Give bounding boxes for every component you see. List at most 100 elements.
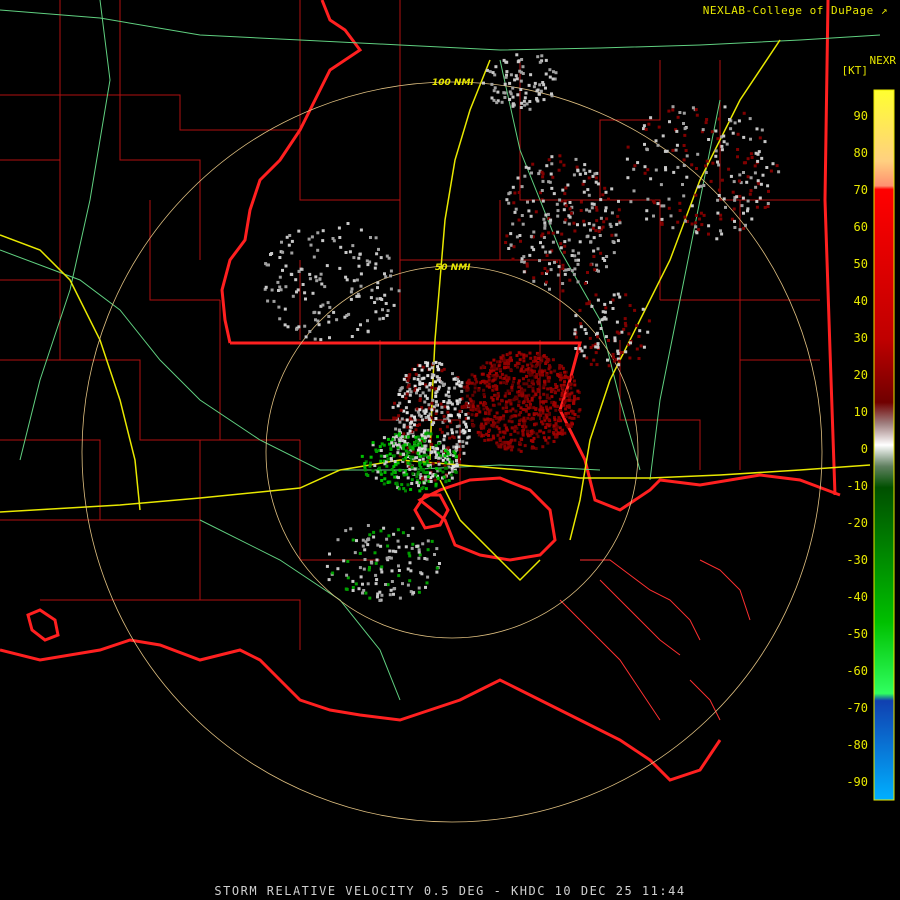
echo-pixel — [572, 394, 576, 398]
echo-pixel — [432, 373, 436, 377]
caption: STORM RELATIVE VELOCITY 0.5 DEG - KHDC 1… — [214, 884, 686, 898]
echo-pixel — [552, 192, 556, 196]
echo-pixel — [548, 221, 552, 225]
echo-pixel — [502, 358, 506, 362]
echo-pixel — [480, 422, 484, 426]
echo-pixel — [503, 440, 507, 444]
echo-pixel — [732, 207, 736, 211]
echo-pixel — [400, 435, 404, 439]
echo-pixel — [351, 579, 355, 583]
echo-pixel — [599, 327, 603, 330]
echo-pixel — [535, 98, 539, 102]
echo-pixel — [491, 398, 495, 402]
echo-pixel — [532, 436, 536, 440]
echo-pixel — [481, 364, 485, 368]
echo-pixel — [385, 537, 389, 541]
echo-pixel — [701, 128, 705, 132]
echo-pixel — [547, 436, 551, 440]
echo-pixel — [724, 205, 727, 209]
echo-pixel — [504, 426, 508, 430]
echo-pixel — [542, 236, 546, 239]
echo-pixel — [529, 439, 533, 443]
echo-pixel — [611, 352, 615, 356]
echo-pixel — [416, 451, 420, 455]
echo-pixel — [515, 235, 519, 239]
echo-pixel — [737, 119, 741, 123]
echo-pixel — [438, 468, 442, 472]
echo-pixel — [519, 239, 522, 243]
echo-pixel — [755, 205, 759, 209]
echo-pixel — [461, 440, 465, 444]
echo-pixel — [417, 556, 421, 560]
echo-pixel — [618, 295, 622, 299]
echo-pixel — [337, 226, 341, 230]
echo-pixel — [408, 387, 412, 391]
echo-pixel — [731, 190, 735, 194]
echo-pixel — [534, 447, 538, 450]
echo-pixel — [536, 382, 540, 386]
echo-pixel — [550, 186, 554, 190]
echo-pixel — [645, 147, 649, 151]
echo-pixel — [475, 380, 479, 384]
echo-pixel — [524, 91, 528, 95]
echo-pixel — [401, 394, 405, 398]
echo-pixel — [327, 320, 331, 324]
echo-pixel — [732, 180, 736, 184]
echo-pixel — [453, 407, 457, 411]
echo-pixel — [288, 234, 292, 237]
echo-pixel — [546, 212, 550, 216]
echo-pixel — [359, 272, 363, 276]
echo-pixel — [620, 351, 624, 354]
echo-pixel — [517, 413, 521, 417]
echo-pixel — [465, 384, 469, 388]
echo-pixel — [526, 200, 529, 204]
echo-pixel — [758, 136, 762, 140]
echo-pixel — [392, 303, 396, 307]
echo-pixel — [412, 377, 416, 381]
legend-tick-label: 70 — [854, 183, 868, 197]
echo-pixel — [524, 368, 528, 372]
echo-pixel — [455, 430, 459, 434]
echo-pixel — [375, 558, 379, 562]
echo-pixel — [503, 96, 507, 99]
echo-pixel — [272, 299, 276, 303]
echo-pixel — [508, 81, 512, 85]
echo-pixel — [527, 370, 531, 374]
echo-pixel — [446, 452, 450, 456]
echo-pixel — [528, 253, 532, 257]
echo-pixel — [450, 402, 454, 406]
echo-pixel — [546, 387, 550, 391]
echo-pixel — [421, 365, 425, 369]
echo-pixel — [566, 425, 570, 429]
echo-pixel — [487, 409, 491, 413]
echo-pixel — [434, 380, 437, 384]
echo-pixel — [470, 413, 474, 417]
popout-icon[interactable]: ↗ — [881, 4, 888, 17]
echo-pixel — [695, 231, 699, 235]
echo-pixel — [383, 477, 387, 481]
echo-pixel — [647, 319, 651, 323]
echo-pixel — [511, 407, 515, 411]
echo-pixel — [425, 581, 429, 585]
echo-pixel — [556, 273, 560, 277]
echo-pixel — [437, 442, 441, 446]
echo-pixel — [570, 391, 574, 395]
echo-pixel — [682, 144, 686, 147]
echo-pixel — [562, 208, 566, 212]
echo-pixel — [709, 179, 713, 183]
echo-pixel — [699, 211, 703, 215]
echo-pixel — [344, 587, 348, 591]
echo-pixel — [526, 434, 530, 438]
echo-pixel — [437, 385, 441, 389]
echo-pixel — [336, 567, 340, 571]
echo-pixel — [411, 455, 415, 459]
echo-pixel — [420, 572, 424, 576]
echo-pixel — [707, 224, 711, 228]
echo-pixel — [683, 133, 687, 137]
echo-pixel — [474, 377, 478, 381]
echo-pixel — [475, 412, 479, 416]
echo-pixel — [537, 370, 541, 374]
echo-pixel — [349, 290, 353, 294]
echo-pixel — [563, 192, 567, 196]
echo-pixel — [676, 115, 680, 119]
